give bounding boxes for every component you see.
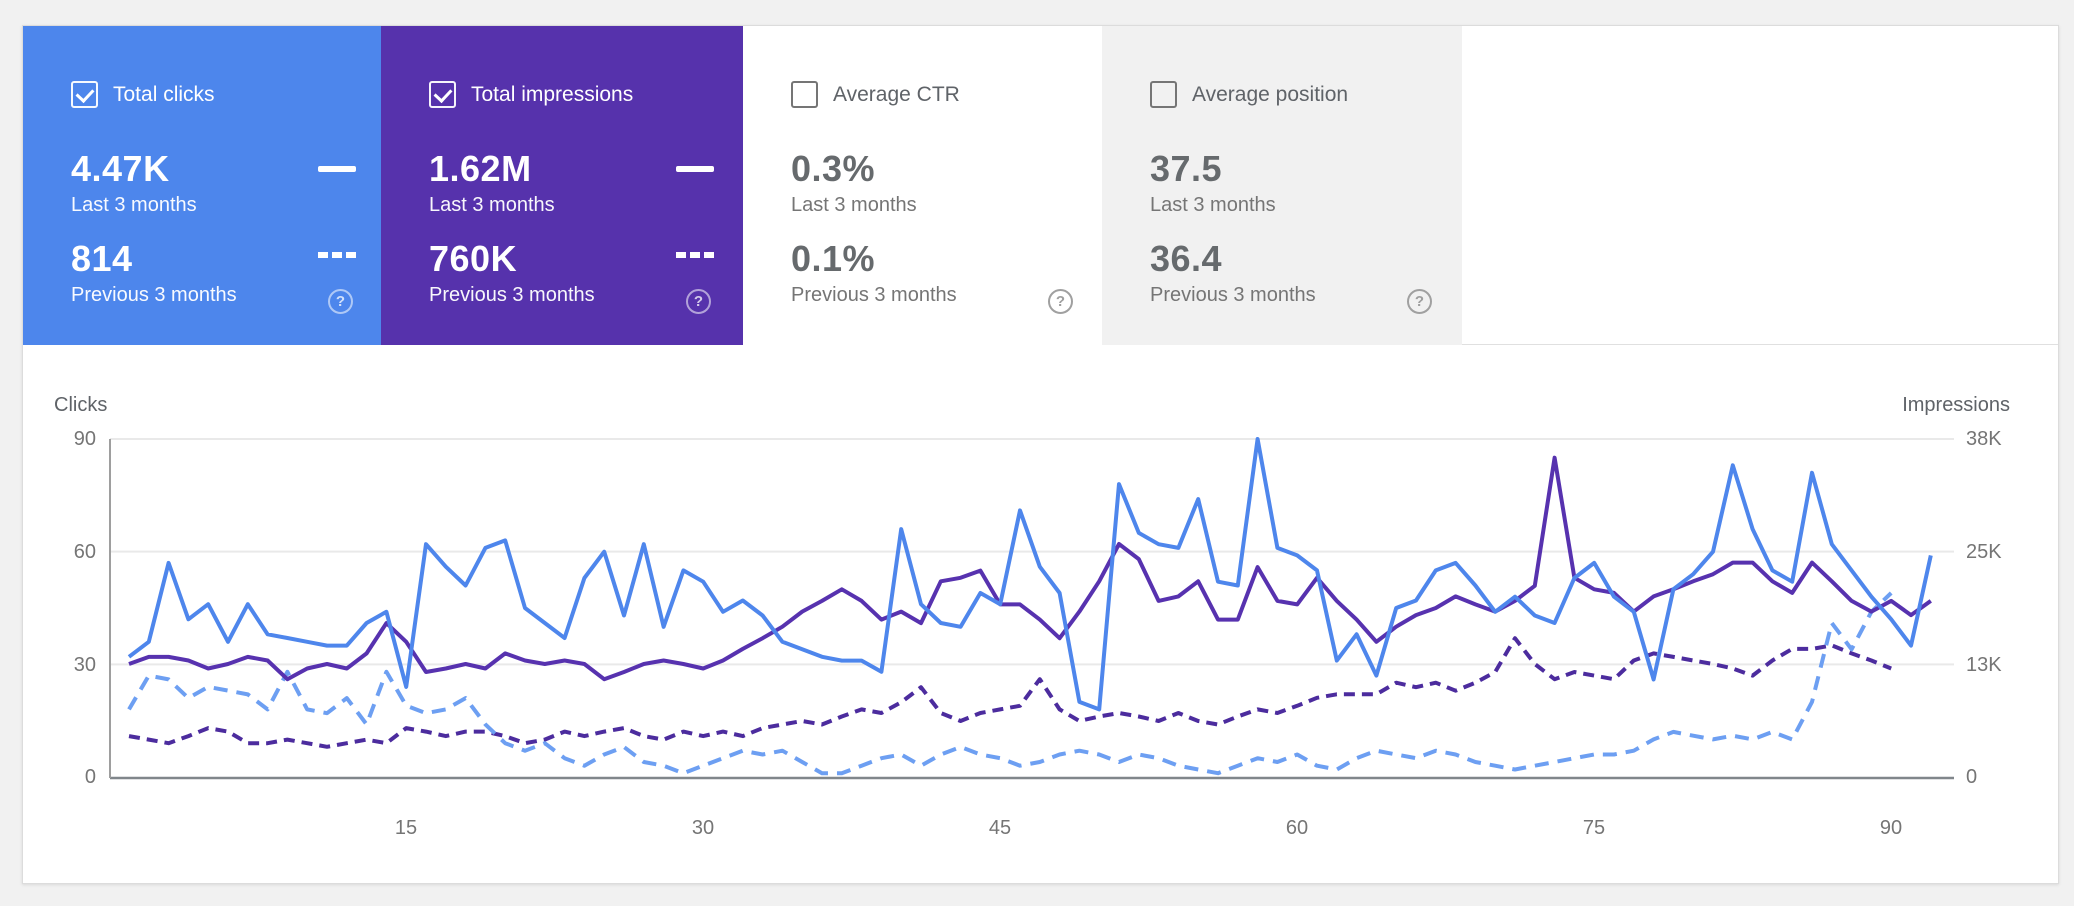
total-clicks-last-value: 4.47K [71, 148, 170, 190]
help-icon[interactable]: ? [1407, 289, 1432, 314]
total-impressions-prev-value: 760K [429, 238, 517, 280]
total-clicks-checkbox[interactable] [71, 81, 98, 108]
average-position-checkbox-row: Average position [1150, 81, 1348, 108]
total-clicks-checkbox-row: Total clicks [71, 81, 215, 108]
right-axis-tick: 38K [1966, 425, 2046, 453]
help-icon[interactable]: ? [686, 289, 711, 314]
average-position-label: Average position [1192, 81, 1348, 108]
performance-line-chart-plot[interactable] [81, 421, 1971, 791]
average-ctr-last-period: Last 3 months [791, 194, 917, 217]
total-impressions-last-period: Last 3 months [429, 194, 555, 217]
x-axis-tick: 15 [376, 814, 436, 842]
right-axis-tick: 0 [1966, 763, 2046, 791]
x-axis-tick: 45 [970, 814, 1030, 842]
right-axis-tick: 25K [1966, 538, 2046, 566]
total-clicks-last-period: Last 3 months [71, 194, 197, 217]
right-axis-title: Impressions [1902, 394, 2010, 417]
total-impressions-label: Total impressions [471, 81, 633, 108]
total-impressions-checkbox-row: Total impressions [429, 81, 633, 108]
dashed-line-legend-icon [676, 252, 714, 258]
card-total-impressions[interactable]: Total impressions 1.62M Last 3 months 76… [381, 26, 743, 345]
search-performance-page: Total clicks 4.47K Last 3 months 814 Pre… [0, 0, 2074, 906]
performance-panel: Total clicks 4.47K Last 3 months 814 Pre… [22, 25, 2059, 884]
average-ctr-label: Average CTR [833, 81, 960, 108]
right-axis-tick: 13K [1966, 651, 2046, 679]
total-impressions-last-value: 1.62M [429, 148, 532, 190]
average-position-prev-value: 36.4 [1150, 238, 1222, 280]
total-impressions-checkbox[interactable] [429, 81, 456, 108]
card-average-position[interactable]: Average position 37.5 Last 3 months 36.4… [1102, 26, 1462, 345]
x-axis-tick: 30 [673, 814, 733, 842]
average-ctr-prev-period: Previous 3 months [791, 284, 957, 307]
average-position-last-period: Last 3 months [1150, 194, 1276, 217]
card-total-clicks[interactable]: Total clicks 4.47K Last 3 months 814 Pre… [23, 26, 381, 345]
average-position-checkbox[interactable] [1150, 81, 1177, 108]
x-axis-tick: 90 [1861, 814, 1921, 842]
series-dashed-impressions [129, 638, 1891, 747]
average-ctr-checkbox[interactable] [791, 81, 818, 108]
total-impressions-prev-period: Previous 3 months [429, 284, 595, 307]
card-average-ctr[interactable]: Average CTR 0.3% Last 3 months 0.1% Prev… [743, 26, 1102, 345]
dashed-line-legend-icon [318, 252, 356, 258]
solid-line-legend-icon [318, 166, 356, 172]
left-axis-title: Clicks [54, 394, 107, 417]
average-ctr-last-value: 0.3% [791, 148, 875, 190]
series-dashed-clicks [129, 593, 1891, 773]
x-axis-tick: 60 [1267, 814, 1327, 842]
help-icon[interactable]: ? [1048, 289, 1073, 314]
total-clicks-label: Total clicks [113, 81, 215, 108]
solid-line-legend-icon [676, 166, 714, 172]
average-position-prev-period: Previous 3 months [1150, 284, 1316, 307]
x-axis-tick: 75 [1564, 814, 1624, 842]
total-clicks-prev-value: 814 [71, 238, 133, 280]
metric-cards-row: Total clicks 4.47K Last 3 months 814 Pre… [23, 26, 2058, 345]
average-ctr-prev-value: 0.1% [791, 238, 875, 280]
series-solid-clicks [129, 439, 1931, 709]
total-clicks-prev-period: Previous 3 months [71, 284, 237, 307]
average-position-last-value: 37.5 [1150, 148, 1222, 190]
average-ctr-checkbox-row: Average CTR [791, 81, 960, 108]
help-icon[interactable]: ? [328, 289, 353, 314]
